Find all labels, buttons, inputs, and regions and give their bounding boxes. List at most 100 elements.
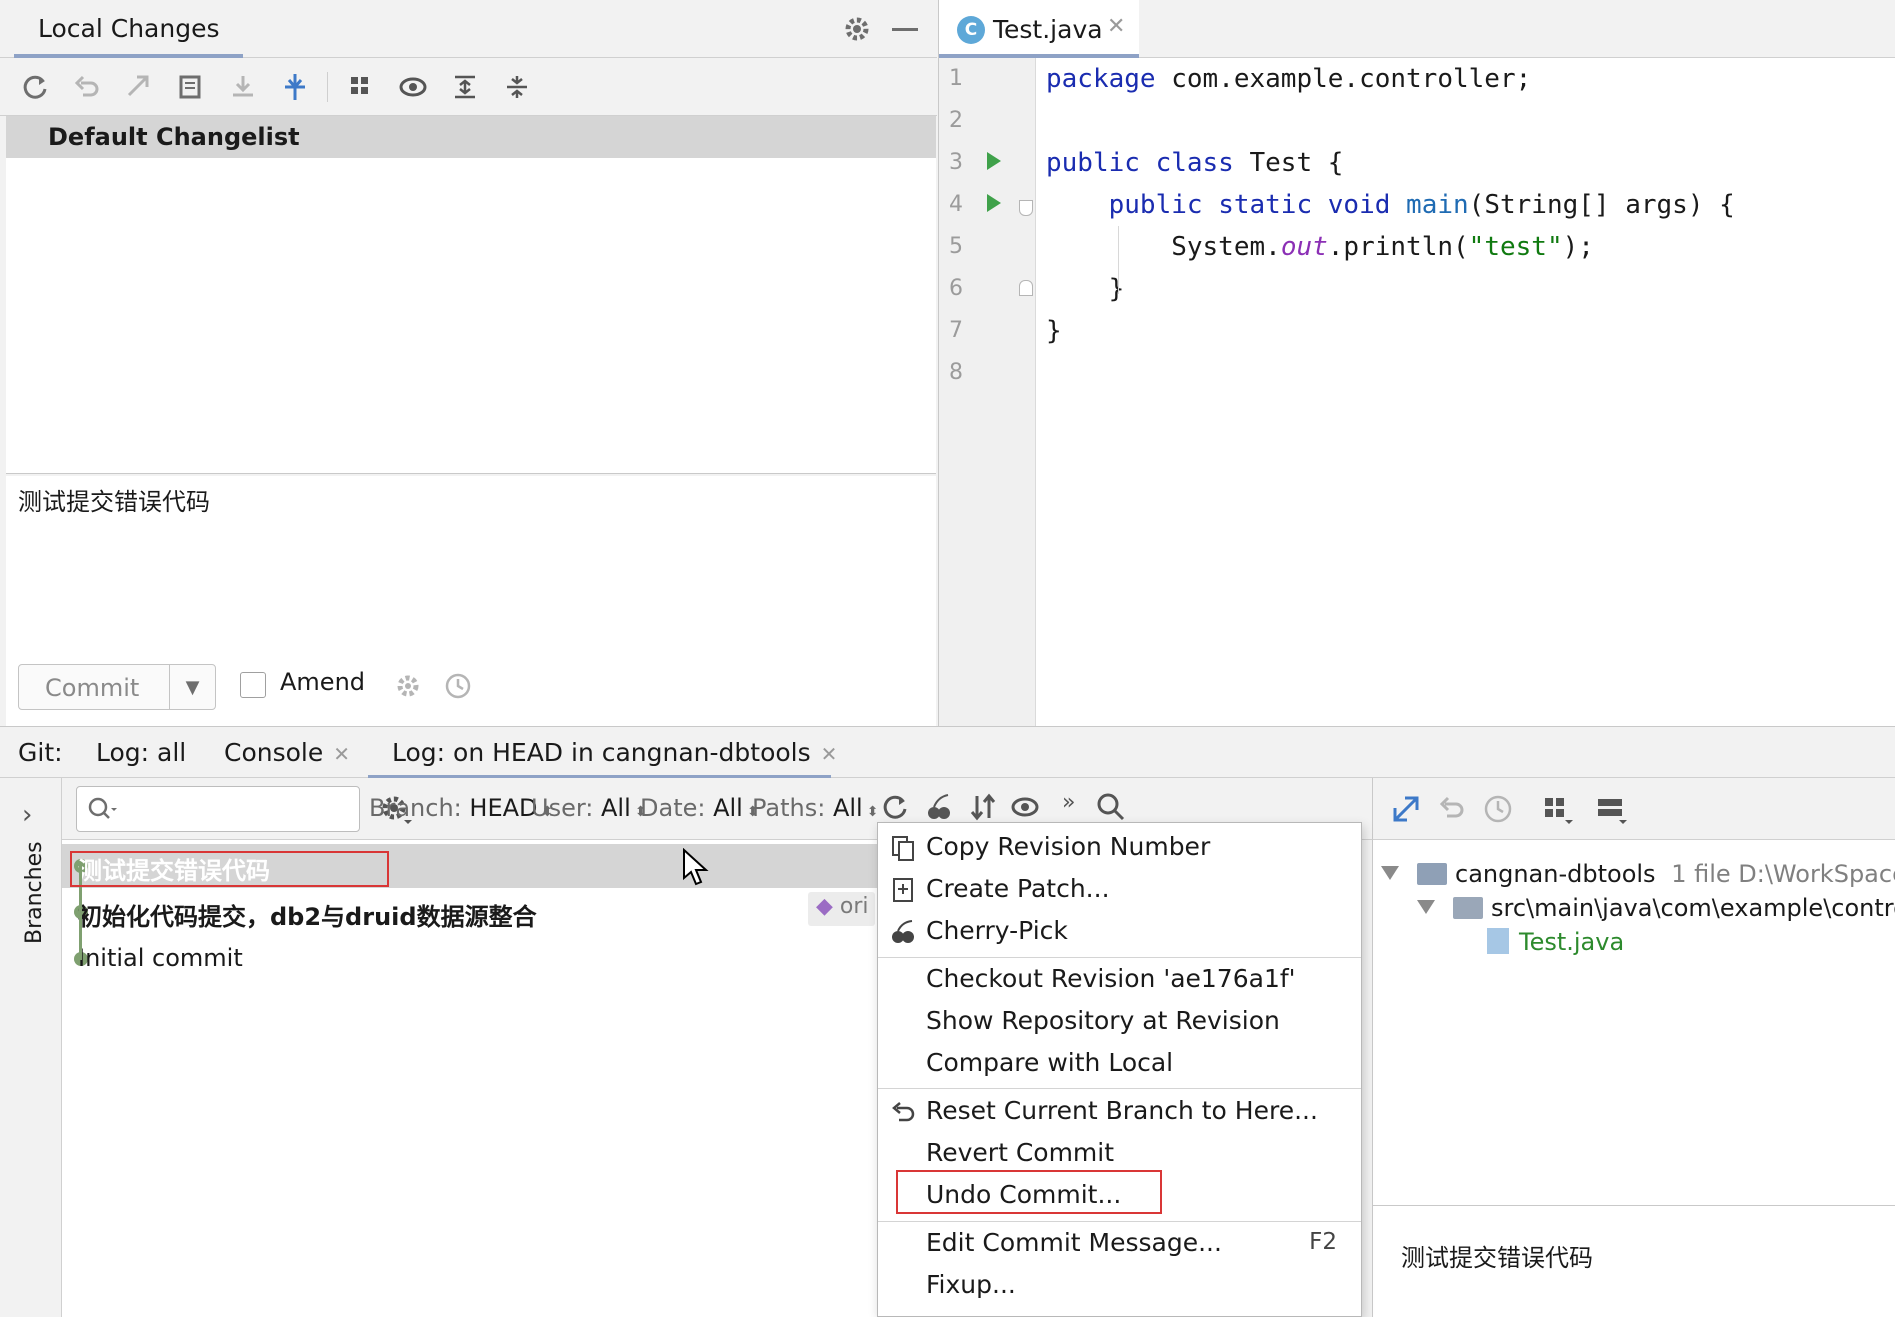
history-icon[interactable] [1483, 794, 1513, 824]
paths-filter-dropdown[interactable]: Paths: All ⬍ [752, 794, 878, 822]
menu-edit-commit-message[interactable]: Edit Commit Message... F2 [878, 1223, 1361, 1265]
fold-icon[interactable] [1019, 280, 1033, 296]
amend-label: Amend [280, 668, 366, 696]
layout-icon[interactable] [1595, 794, 1627, 826]
chevron-right-icon[interactable]: › [22, 800, 32, 830]
patch-icon [890, 877, 916, 903]
code-editor[interactable]: package com.example.controller; public c… [1036, 58, 1895, 726]
refresh-icon[interactable] [880, 792, 910, 822]
more-actions-icon[interactable]: » [1062, 790, 1075, 815]
git-prefix-label: Git: [18, 738, 63, 767]
user-filter-value: All [601, 794, 631, 822]
changelist-row[interactable]: Default Changelist [6, 116, 936, 158]
updown-icon: ⬍ [866, 804, 879, 820]
menu-fixup[interactable]: Fixup... [878, 1265, 1361, 1307]
date-filter-dropdown[interactable]: Date: All ⬍ [640, 794, 759, 822]
commit-row[interactable]: Initial commit [62, 937, 877, 981]
run-icon[interactable] [987, 194, 1001, 212]
expand-icon[interactable] [1381, 866, 1399, 880]
tab-log-head[interactable]: Log: on HEAD in cangnan-dbtools ✕ [392, 738, 837, 767]
commit-button[interactable]: Commit ▼ [18, 664, 216, 710]
highlight-box-undo-commit [896, 1170, 1162, 1214]
commit-log-list[interactable]: 测试提交错误代码 初始化代码提交，db2与druid数据源整合 ◆ ori In… [62, 840, 877, 1317]
line-number: 5 [949, 234, 963, 259]
tag-icon: ◆ [816, 894, 833, 919]
menu-revert-commit[interactable]: Revert Commit [878, 1133, 1361, 1175]
branch-filter-dropdown[interactable]: Branch: HEAD ⬍ [369, 794, 553, 822]
chevron-down-icon[interactable]: ▼ [169, 665, 215, 709]
tree-row-file[interactable]: Test.java [1487, 928, 1624, 956]
tag-text: ori [839, 894, 869, 919]
rollback-icon[interactable] [70, 70, 104, 104]
group-by-icon[interactable] [344, 70, 378, 104]
run-icon[interactable] [987, 152, 1001, 170]
shelve-icon[interactable] [226, 70, 260, 104]
eye-icon[interactable] [1010, 792, 1040, 822]
search-icon[interactable] [1096, 792, 1126, 822]
menu-create-patch[interactable]: Create Patch... [878, 869, 1361, 911]
history-icon[interactable] [444, 672, 472, 700]
commit-row[interactable]: 初始化代码提交，db2与druid数据源整合 ◆ ori [62, 890, 877, 934]
amend-checkbox[interactable] [240, 672, 266, 698]
diff-icon[interactable] [122, 70, 156, 104]
paths-filter-label: Paths: [752, 794, 826, 822]
package-path: src\main\java\com\example\control [1491, 894, 1895, 922]
changelist-icon[interactable] [174, 70, 208, 104]
folder-icon [1453, 897, 1483, 919]
file-name: Test.java [1519, 928, 1625, 956]
user-filter-label: User: [531, 794, 594, 822]
tab-test-java[interactable]: C Test.java ✕ [939, 0, 1139, 58]
branch-tag-label: ◆ ori [808, 892, 875, 926]
details-toolbar [1372, 778, 1895, 840]
sort-icon[interactable] [968, 792, 998, 822]
expand-all-icon[interactable] [448, 70, 482, 104]
user-filter-dropdown[interactable]: User: All ⬍ [531, 794, 647, 822]
rollback-icon[interactable] [1437, 794, 1467, 824]
cherry-pick-icon[interactable] [924, 792, 954, 822]
tab-local-changes[interactable]: Local Changes [14, 0, 244, 58]
close-icon[interactable]: ✕ [333, 742, 350, 766]
menu-label: Create Patch... [926, 874, 1110, 903]
menu-compare-with-local[interactable]: Compare with Local [878, 1043, 1361, 1085]
menu-copy-revision-number[interactable]: Copy Revision Number [878, 827, 1361, 869]
menu-reset-current-branch[interactable]: Reset Current Branch to Here... [878, 1091, 1361, 1133]
editor-gutter: 1 2 3 4 5 6 7 8 [938, 58, 1036, 726]
commit-message-text: 测试提交错误代码 [18, 488, 210, 516]
expand-icon[interactable] [1417, 900, 1435, 914]
minimize-icon[interactable] [892, 28, 918, 31]
menu-shortcut: F2 [1309, 1229, 1337, 1255]
java-class-icon: C [957, 16, 985, 44]
menu-checkout-revision[interactable]: Checkout Revision 'ae176a1f' [878, 959, 1361, 1001]
menu-show-repository[interactable]: Show Repository at Revision [878, 1001, 1361, 1043]
gear-icon[interactable] [842, 14, 872, 44]
menu-cherry-pick[interactable]: Cherry-Pick [878, 911, 1361, 953]
menu-label: Checkout Revision 'ae176a1f' [926, 964, 1296, 993]
refresh-icon[interactable] [18, 70, 52, 104]
commit-bar: Commit ▼ Amend [6, 650, 936, 728]
changed-files-tree[interactable]: cangnan-dbtools 1 file D:\WorkSpace\ src… [1372, 840, 1895, 1206]
branches-label[interactable]: Branches [22, 841, 47, 944]
menu-label: Show Repository at Revision [926, 1006, 1280, 1035]
java-file-icon [1487, 928, 1509, 954]
line-number: 6 [949, 276, 963, 301]
tree-row-path[interactable]: src\main\java\com\example\control [1417, 894, 1895, 922]
changes-tree[interactable] [6, 158, 936, 474]
commit-settings-icon[interactable] [394, 672, 422, 700]
tab-console[interactable]: Console ✕ [224, 738, 350, 767]
menu-label: Revert Commit [926, 1138, 1115, 1167]
close-icon[interactable]: ✕ [821, 742, 838, 766]
fold-icon[interactable] [1019, 200, 1033, 216]
eye-icon[interactable] [396, 70, 430, 104]
tree-row-repo[interactable]: cangnan-dbtools 1 file D:\WorkSpace\ [1381, 860, 1895, 888]
tab-log-all[interactable]: Log: all [96, 738, 186, 767]
collapse-all-icon[interactable] [500, 70, 534, 104]
date-filter-label: Date: [640, 794, 706, 822]
editor-tab-label: Test.java [993, 15, 1103, 44]
log-search-input[interactable] [76, 786, 360, 832]
cherry-icon [890, 919, 916, 945]
close-icon[interactable]: ✕ [1107, 14, 1125, 39]
diff-icon[interactable] [1391, 794, 1421, 824]
merge-icon[interactable] [278, 70, 312, 104]
menu-separator [878, 1088, 1361, 1089]
group-by-icon[interactable] [1541, 794, 1573, 826]
